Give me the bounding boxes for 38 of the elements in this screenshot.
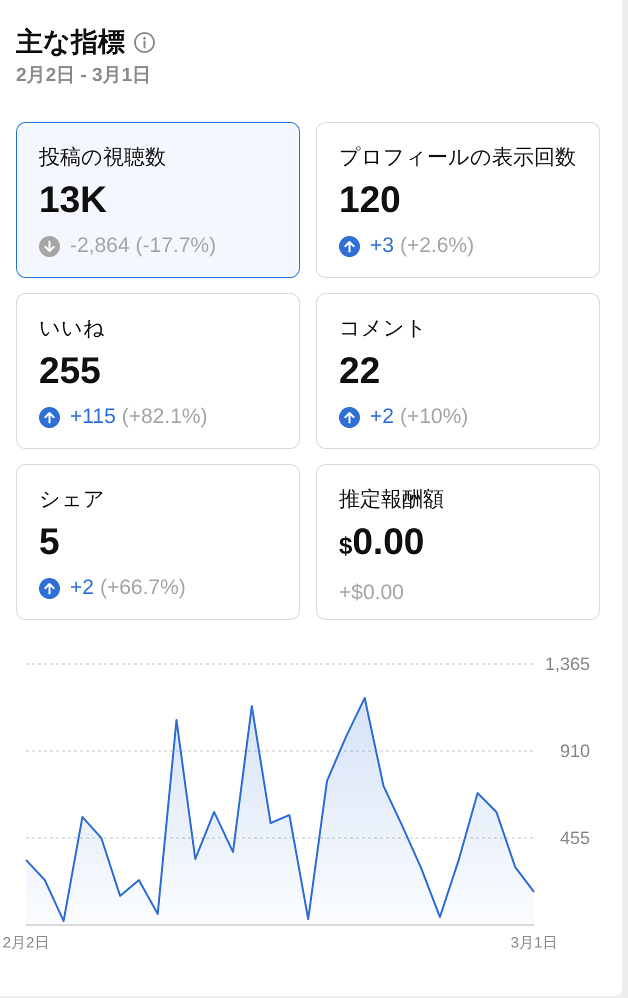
- change-value: +2: [370, 404, 394, 430]
- y-axis-label: 455: [560, 828, 590, 848]
- metric-card[interactable]: プロフィールの表示回数 120 +3 (+2.6%): [316, 122, 600, 278]
- metric-card[interactable]: いいね 255 +115 (+82.1%): [16, 293, 300, 449]
- y-axis-label: 1,365: [544, 654, 590, 674]
- change-percent: (+2.6%): [400, 233, 474, 259]
- change-value: -2,864: [70, 233, 130, 259]
- metric-card[interactable]: コメント 22 +2 (+10%): [316, 293, 600, 449]
- metric-card[interactable]: 推定報酬額 $0.00 +$0.00: [316, 464, 600, 620]
- date-range: 2月2日 - 3月1日: [16, 64, 152, 88]
- metric-value: 5: [39, 521, 60, 563]
- metric-label: コメント: [339, 316, 427, 342]
- change-value: +$0.00: [339, 580, 404, 606]
- change-value: +3: [370, 233, 394, 259]
- metric-label: 投稿の視聴数: [39, 145, 166, 171]
- metric-value: 255: [39, 350, 101, 392]
- change-percent: (+82.1%): [122, 404, 208, 430]
- metric-value: 13K: [39, 179, 107, 221]
- change-value: +115: [70, 404, 116, 430]
- section-title: 主な指標: [16, 26, 125, 59]
- y-axis-label: 910: [560, 741, 590, 761]
- change-value: +2: [70, 575, 94, 601]
- metric-value: 22: [339, 350, 380, 392]
- change-percent: (+10%): [400, 404, 468, 430]
- metric-value: 120: [339, 179, 401, 221]
- change-percent: (-17.7%): [136, 233, 216, 259]
- metric-card[interactable]: シェア 5 +2 (+66.7%): [16, 464, 300, 620]
- change-percent: (+66.7%): [100, 575, 186, 601]
- currency-symbol: $: [339, 532, 352, 562]
- info-icon[interactable]: [134, 32, 155, 52]
- metric-card[interactable]: 投稿の視聴数 13K -2,864 (-17.7%): [16, 122, 300, 278]
- x-axis-label: 2月2日: [2, 934, 50, 952]
- metric-label: シェア: [39, 487, 105, 513]
- metric-label: プロフィールの表示回数: [339, 145, 576, 171]
- x-axis-label: 3月1日: [510, 934, 558, 952]
- metric-label: いいね: [39, 316, 105, 342]
- metric-label: 推定報酬額: [339, 487, 444, 513]
- metric-value: 0.00: [352, 521, 424, 563]
